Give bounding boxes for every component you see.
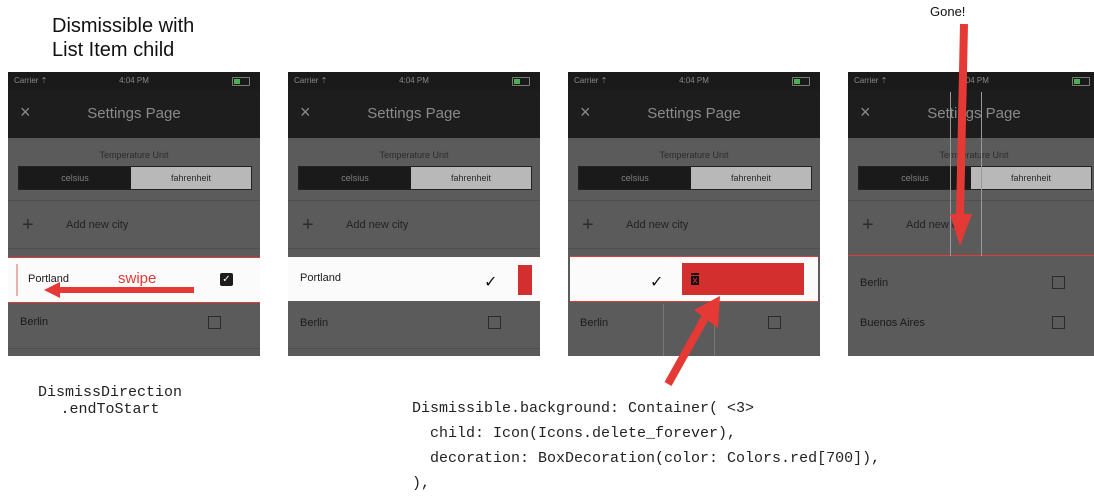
- list-item-portland[interactable]: Portland ✓: [288, 257, 540, 301]
- checkbox-icon[interactable]: ✓: [650, 272, 663, 292]
- plus-icon: +: [582, 214, 594, 236]
- clock: 4:04 PM: [119, 76, 149, 85]
- add-city-label: Add new city: [626, 219, 689, 231]
- segment-fahrenheit[interactable]: fahrenheit: [971, 167, 1091, 189]
- app-bar: × Settings Page: [288, 90, 540, 138]
- list-item-portland[interactable]: Portland swipe ✓: [8, 257, 260, 303]
- segment-fahrenheit[interactable]: fahrenheit: [411, 167, 531, 189]
- arrow-icon: [950, 23, 972, 246]
- dismiss-direction-caption: DismissDirection .endToStart: [38, 384, 182, 418]
- divider: [288, 248, 540, 249]
- divider: [8, 348, 260, 349]
- arrow-icon: [664, 296, 720, 386]
- temperature-unit-toggle: celsius fahrenheit: [298, 166, 532, 190]
- city-name: Berlin: [580, 317, 609, 329]
- battery-icon: [1072, 77, 1090, 86]
- list-item-berlin[interactable]: Berlin: [8, 304, 260, 344]
- app-bar: × Settings Page: [8, 90, 260, 138]
- page-title: Settings Page: [367, 105, 461, 122]
- plus-icon: +: [862, 214, 874, 236]
- checkbox-icon[interactable]: [208, 316, 221, 329]
- divider: [568, 248, 820, 249]
- checkbox-icon[interactable]: [1052, 276, 1065, 289]
- divider: [8, 248, 260, 249]
- segment-celsius[interactable]: celsius: [299, 167, 411, 189]
- temperature-unit-toggle: celsius fahrenheit: [578, 166, 812, 190]
- clock: 4:04 PM: [679, 76, 709, 85]
- list-item-berlin[interactable]: Berlin: [848, 264, 1094, 304]
- city-name: Portland: [300, 272, 341, 284]
- app-bar: × Settings Page: [568, 90, 820, 138]
- segment-fahrenheit[interactable]: fahrenheit: [691, 167, 811, 189]
- figure-heading: Dismissible with List Item child: [52, 14, 194, 62]
- code-line-1: Dismissible.background: Container( <3>: [412, 400, 755, 417]
- plus-icon: +: [22, 214, 34, 236]
- phone-screen-2: Carrier ⇡ 4:04 PM × Settings Page Temper…: [288, 72, 540, 356]
- status-bar: Carrier ⇡ 4:04 PM: [8, 72, 260, 90]
- caption-line-1: DismissDirection: [38, 384, 183, 401]
- battery-icon: [232, 77, 250, 86]
- city-name: Berlin: [20, 316, 49, 328]
- code-line-2: child: Icon(Icons.delete_forever),: [412, 425, 737, 442]
- divider: [288, 200, 540, 201]
- status-bar: Carrier ⇡ 4:04 PM: [288, 72, 540, 90]
- city-name: Buenos Aires: [860, 317, 925, 329]
- add-city-button[interactable]: + Add new city: [568, 212, 820, 240]
- list-item-buenos-aires[interactable]: Buenos Aires: [848, 304, 1094, 344]
- drag-edge: [16, 264, 18, 296]
- segment-fahrenheit[interactable]: fahrenheit: [131, 167, 251, 189]
- battery-icon: [792, 77, 810, 86]
- code-snippet: Dismissible.background: Container( <3> c…: [412, 396, 880, 496]
- phone-screen-1: Carrier ⇡ 4:04 PM × Settings Page Temper…: [8, 72, 260, 356]
- add-city-button[interactable]: + Add new city: [288, 212, 540, 240]
- divider: [288, 348, 540, 349]
- temperature-unit-label: Temperature Unit: [659, 150, 729, 160]
- add-city-label: Add new city: [66, 219, 129, 231]
- temperature-unit-toggle: celsius fahrenheit: [18, 166, 252, 190]
- battery-icon: [512, 77, 530, 86]
- heading-line-2: List Item child: [52, 39, 175, 61]
- city-name: Berlin: [860, 277, 889, 289]
- divider: [8, 200, 260, 201]
- segment-celsius[interactable]: celsius: [579, 167, 691, 189]
- caption-line-2: .endToStart: [60, 401, 160, 418]
- page-title: Settings Page: [647, 105, 741, 122]
- checkbox-icon[interactable]: [488, 316, 501, 329]
- checkbox-icon[interactable]: [768, 316, 781, 329]
- delete-forever-icon: [691, 273, 699, 285]
- plus-icon: +: [302, 214, 314, 236]
- divider: [568, 200, 820, 201]
- clock: 4:04 PM: [399, 76, 429, 85]
- add-city-label: Add new city: [346, 219, 409, 231]
- temperature-unit-label: Temperature Unit: [379, 150, 449, 160]
- add-city-button[interactable]: + Add new city: [8, 212, 260, 240]
- code-line-4: ),: [412, 475, 431, 492]
- checkbox-icon[interactable]: ✓: [220, 273, 233, 286]
- code-line-3: decoration: BoxDecoration(color: Colors.…: [412, 450, 881, 467]
- arrow-icon: [44, 282, 194, 298]
- status-bar: Carrier ⇡ 4:04 PM: [568, 72, 820, 90]
- checkbox-icon[interactable]: ✓: [484, 272, 497, 292]
- page-title: Settings Page: [87, 105, 181, 122]
- city-name: Berlin: [300, 317, 329, 329]
- segment-celsius[interactable]: celsius: [19, 167, 131, 189]
- heading-line-1: Dismissible with: [52, 15, 195, 37]
- dismiss-background-sliver: [518, 265, 532, 295]
- checkbox-icon[interactable]: [1052, 316, 1065, 329]
- list-item-berlin[interactable]: Berlin: [288, 304, 540, 344]
- gone-label: Gone!: [930, 4, 966, 19]
- temperature-unit-label: Temperature Unit: [99, 150, 169, 160]
